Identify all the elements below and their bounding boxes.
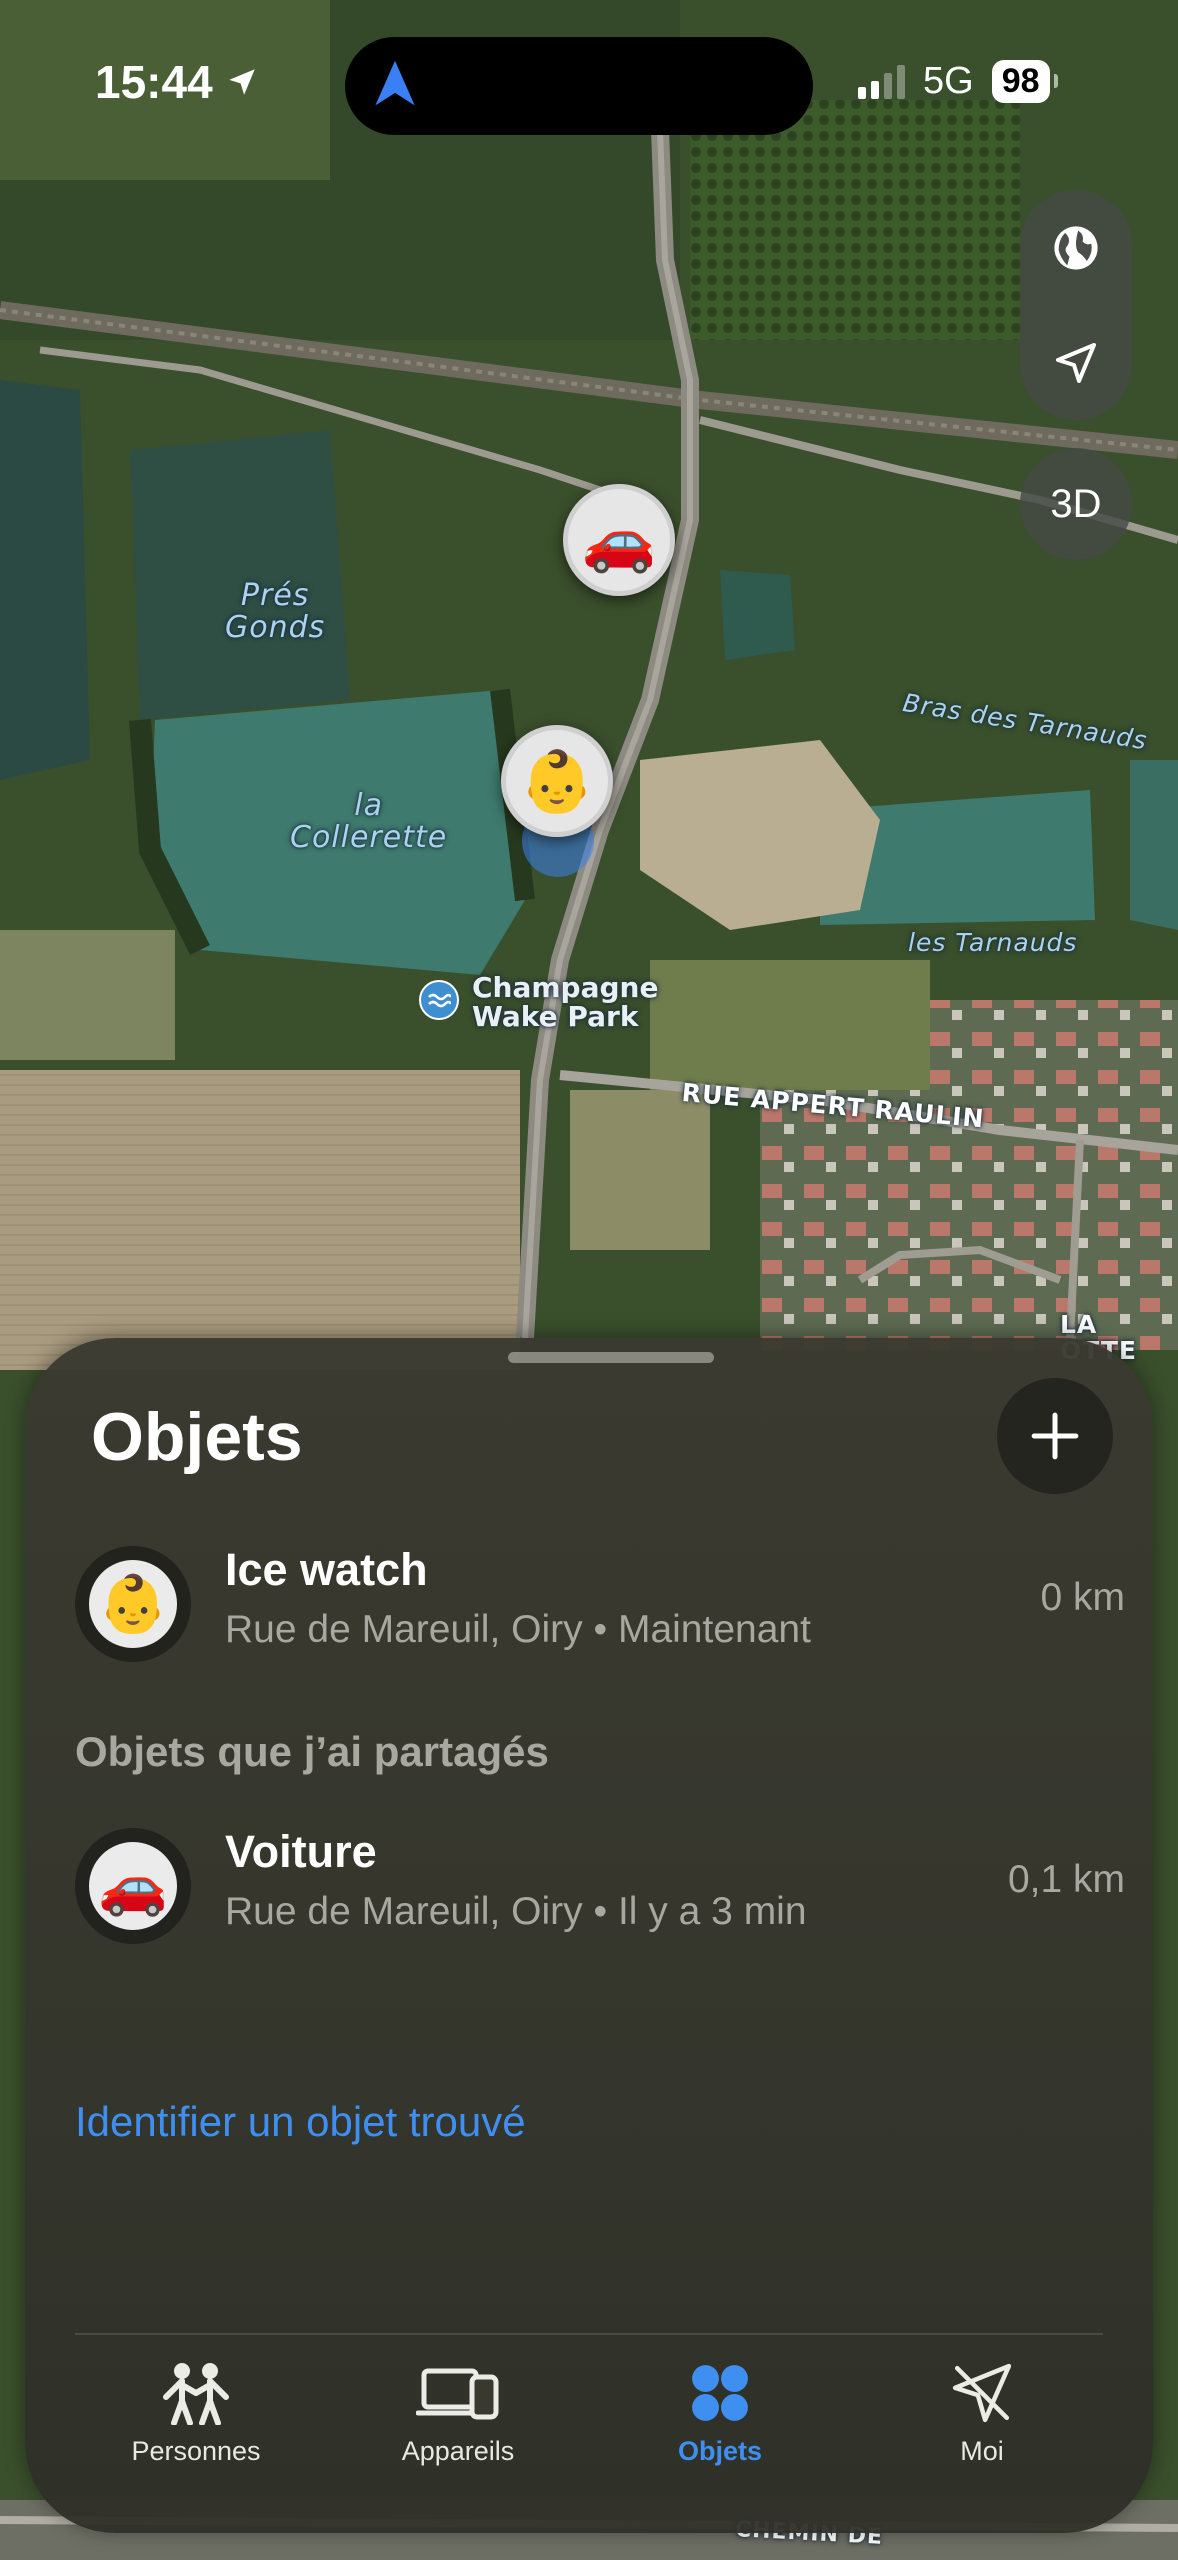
item-time: Maintenant [617,1608,811,1651]
item-distance: 0,1 km [1007,1858,1125,1901]
tab-moi[interactable]: Moi [872,2358,1092,2488]
map-label-champagne-wake-park[interactable]: Champagne Wake Park [472,973,658,1032]
item-name: Ice watch [225,1544,428,1595]
add-item-button[interactable] [997,1378,1113,1494]
map-label-les-tarnauds: les Tarnauds [908,928,1078,957]
battery-indicator: 98 [991,60,1058,103]
item-location: Rue de Mareuil, Oiry [225,1890,583,1933]
recenter-location-button[interactable] [1036,323,1116,403]
map-label-la-collerette: la Collerette [290,788,448,855]
identify-found-item-link[interactable]: Identifier un objet trouvé [75,2098,526,2146]
item-subtitle: Rue de Mareuil, Oiry • Maintenant [225,1608,811,1651]
3d-toggle-button[interactable]: 3D [1020,448,1132,560]
map-controls [1020,190,1132,420]
location-services-icon [228,69,255,95]
tab-personnes[interactable]: Personnes [86,2358,306,2488]
item-row-voiture[interactable]: 🚗 Voiture Rue de Mareuil, Oiry • Il y a … [75,1820,1125,1950]
navigation-arrow-icon [375,60,415,106]
status-time: 15:44 [95,55,259,109]
location-arrow-icon [1056,342,1096,383]
me-icon [951,2358,1013,2428]
map-pin-ice-watch[interactable]: 👶 [501,725,613,837]
item-avatar: 🚗 [75,1828,191,1944]
tab-appareils[interactable]: Appareils [348,2358,568,2488]
people-icon [154,2358,238,2428]
tab-label: Personnes [131,2436,261,2466]
map-label-pres-gonds: Prés Gonds [225,578,326,645]
item-avatar: 👶 [75,1546,191,1662]
cellular-signal-icon [858,64,905,99]
item-subtitle: Rue de Mareuil, Oiry • Il y a 3 min [225,1890,807,1933]
tab-bar: Personnes Appareils Objets Moi [25,2358,1153,2488]
tab-label: Appareils [401,2436,515,2466]
tabbar-divider [75,2333,1103,2335]
tab-objets[interactable]: Objets [610,2358,830,2488]
sheet-title: Objets [91,1399,303,1475]
items-sheet: Objets 👶 Ice watch Rue de Mareuil, Oiry … [25,1338,1153,2533]
status-time-text: 15:44 [95,56,213,108]
item-distance: 0 km [1040,1576,1125,1619]
item-row-ice-watch[interactable]: 👶 Ice watch Rue de Mareuil, Oiry • Maint… [75,1538,1125,1668]
dynamic-island[interactable] [345,37,813,135]
item-emoji: 🚗 [89,1842,177,1930]
water-park-icon[interactable] [419,980,459,1020]
map-pin-voiture[interactable]: 🚗 [563,484,675,596]
item-time: Il y a 3 min [617,1890,807,1933]
sheet-grabber[interactable] [508,1352,714,1363]
network-type: 5G [923,60,974,102]
tab-label: Moi [960,2436,1004,2466]
item-location: Rue de Mareuil, Oiry [225,1608,583,1651]
item-emoji: 👶 [89,1560,177,1648]
map-style-button[interactable] [1036,208,1116,288]
shared-section-header: Objets que j’ai partagés [75,1728,549,1775]
devices-icon [416,2358,500,2428]
tab-label: Objets [677,2436,763,2466]
status-indicators: 5G 98 [858,60,1058,103]
item-name: Voiture [225,1826,377,1877]
items-icon [689,2358,751,2428]
plus-icon [1031,1412,1079,1460]
globe-icon [1054,225,1098,270]
